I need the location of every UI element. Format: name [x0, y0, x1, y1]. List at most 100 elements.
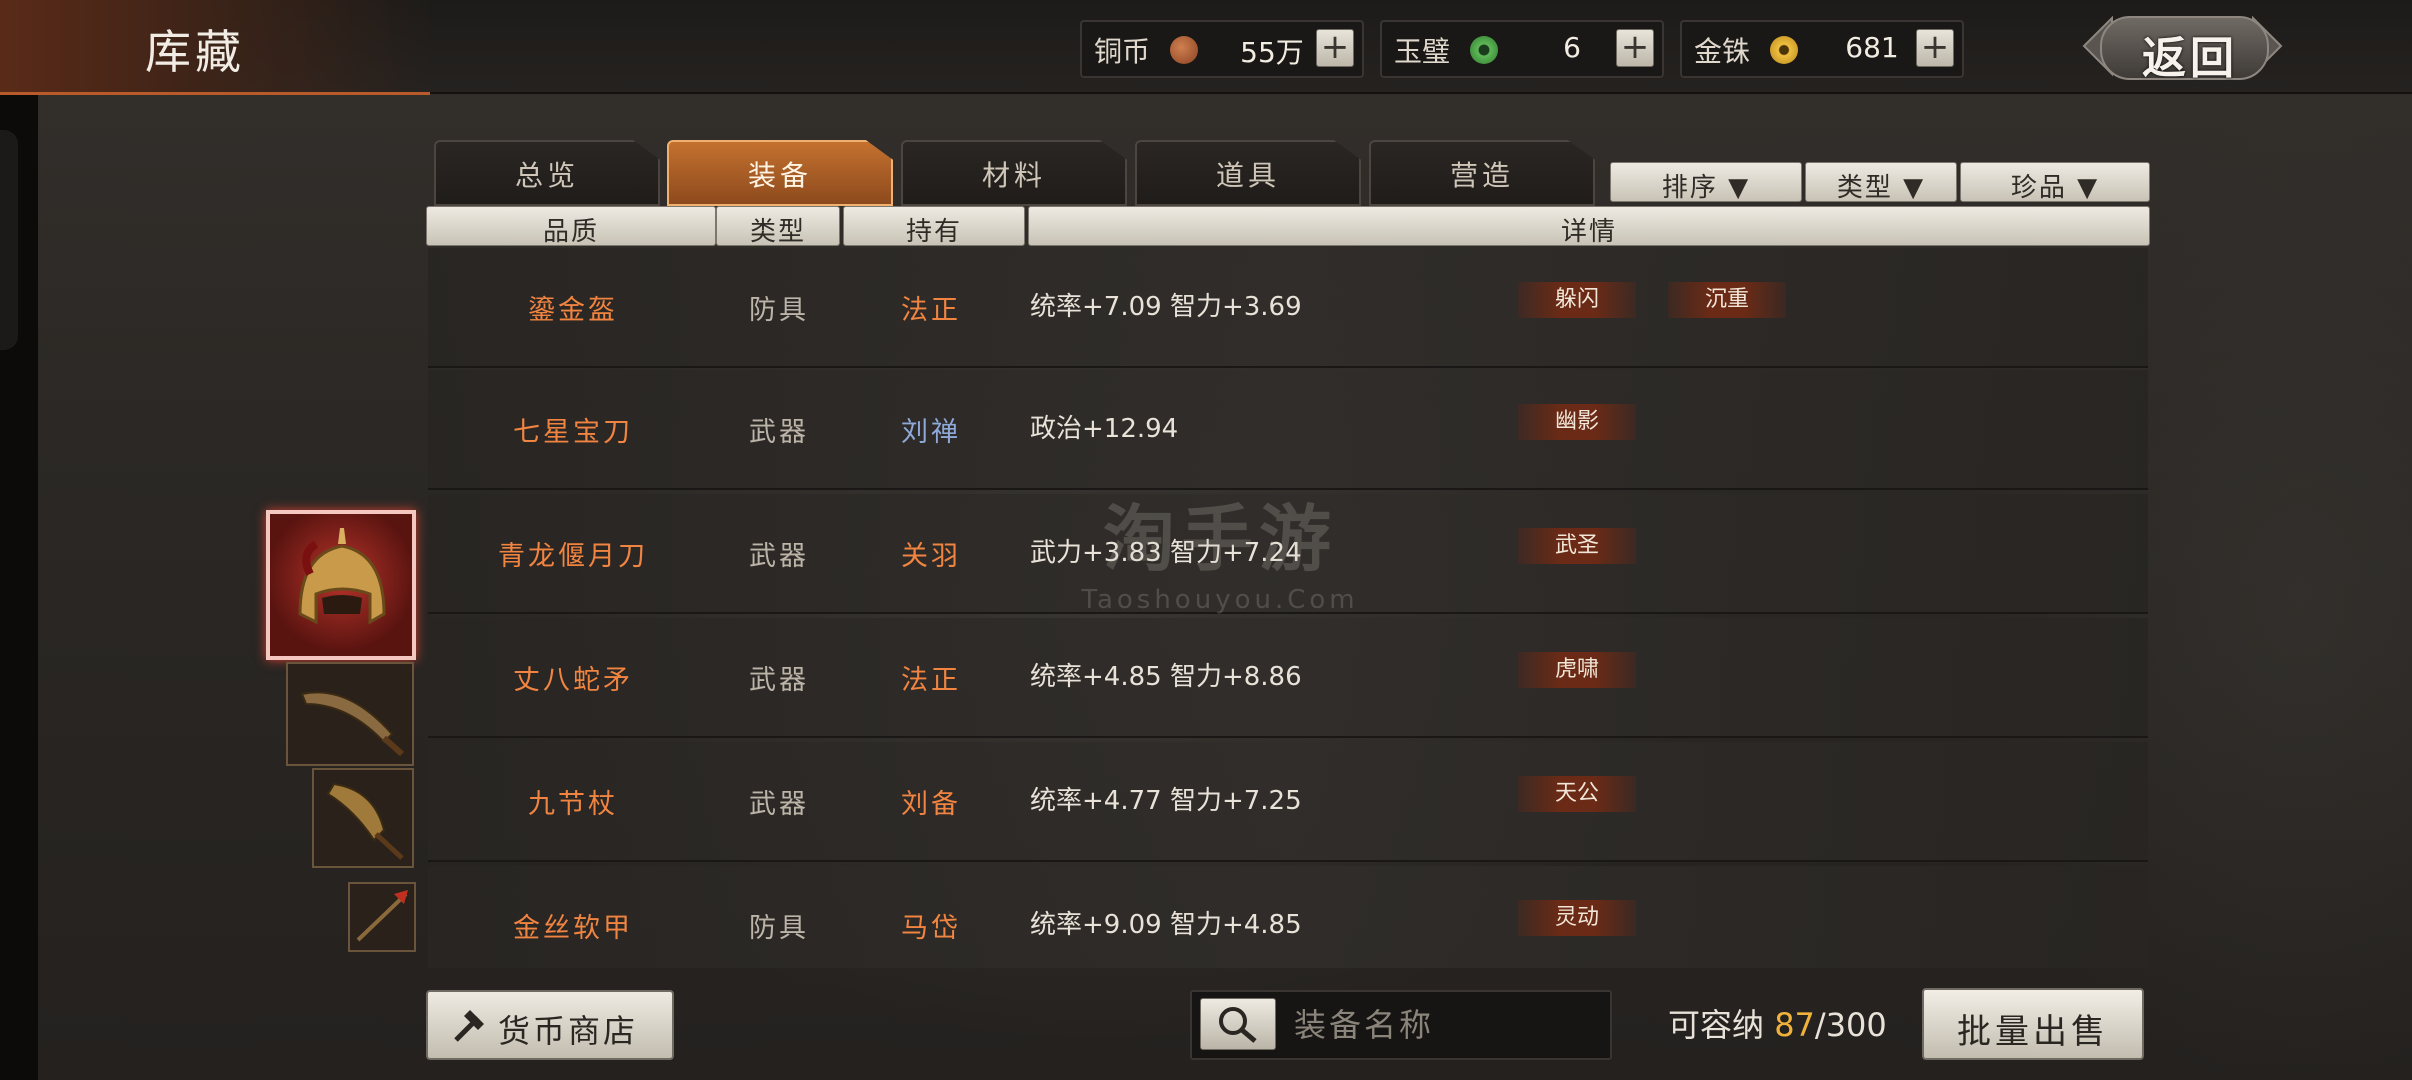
type-dropdown[interactable]: 类型 ▼: [1805, 162, 1957, 203]
table-row[interactable]: 九节杖 武器 刘备 统率+4.77 智力+7.25 天公: [428, 742, 2148, 862]
gold-coin-icon: [1770, 36, 1798, 64]
tab-label: 道具: [1215, 159, 1280, 192]
currency-label: 铜币: [1094, 35, 1151, 68]
header-label: 品质: [542, 217, 599, 247]
capacity-total: /300: [1814, 1006, 1887, 1044]
bulk-sell-button[interactable]: 批量出售: [1922, 988, 2144, 1060]
capacity-label: 可容纳: [1668, 1006, 1765, 1044]
item-name: 丈八蛇矛: [513, 665, 633, 696]
item-icon-glaive[interactable]: [312, 768, 414, 868]
skill-tag: 灵动: [1518, 900, 1636, 936]
back-button[interactable]: 返回: [2080, 10, 2285, 84]
column-header-type[interactable]: 类型: [716, 206, 840, 247]
item-type: 武器: [749, 417, 809, 448]
watermark-cn: 淘手游: [1102, 497, 1337, 581]
currency-copper: 铜币 55万 +: [1080, 20, 1364, 78]
currency-value: 681: [1845, 31, 1899, 64]
header-label: 详情: [1560, 217, 1617, 247]
currency-jade: 玉璧 6 +: [1380, 20, 1664, 78]
skill-tag: 沉重: [1668, 282, 1786, 318]
currency-shop-button[interactable]: 货币商店: [426, 990, 674, 1060]
add-copper-button[interactable]: +: [1316, 29, 1354, 67]
tab-label: 营造: [1449, 159, 1514, 192]
column-header-detail: 详情: [1028, 206, 2150, 247]
header-label: 持有: [905, 217, 962, 247]
jade-coin-icon: [1470, 36, 1498, 64]
column-header-owner[interactable]: 持有: [843, 206, 1025, 247]
item-owner: 关羽: [901, 541, 961, 572]
item-type: 武器: [749, 541, 809, 572]
skill-tag: 虎啸: [1518, 652, 1636, 688]
item-stats: 统率+4.77 智力+7.25: [1030, 786, 1302, 816]
currency-value: 55万: [1240, 36, 1304, 69]
item-name: 金丝软甲: [513, 913, 633, 944]
tab-label: 材料: [981, 159, 1046, 192]
top-bar: 库藏 铜币 55万 + 玉璧 6 + 金铢 681 + 返回: [0, 0, 2412, 95]
table-row[interactable]: 七星宝刀 武器 刘禅 政治+12.94 幽影: [428, 370, 2148, 490]
page-title: 库藏: [145, 25, 245, 79]
currency-value: 6: [1563, 31, 1581, 64]
type-filter-label: 类型 ▼: [1836, 173, 1926, 203]
add-jade-button[interactable]: +: [1616, 29, 1654, 67]
item-icon-spear[interactable]: [348, 882, 416, 952]
shop-label: 货币商店: [498, 1012, 639, 1050]
spear-icon: [356, 890, 408, 942]
item-owner: 法正: [901, 665, 961, 696]
skill-tag: 天公: [1518, 776, 1636, 812]
item-owner: 马岱: [901, 913, 961, 944]
search-icon: [1219, 1007, 1257, 1043]
blade-icon: [300, 691, 404, 757]
item-stats: 统率+7.09 智力+3.69: [1030, 292, 1302, 322]
item-owner: 刘备: [901, 789, 961, 820]
item-stats: 统率+4.85 智力+8.86: [1030, 662, 1302, 692]
item-owner: 刘禅: [901, 417, 961, 448]
helmet-icon: [298, 528, 386, 625]
item-type: 武器: [749, 665, 809, 696]
header-label: 类型: [749, 217, 806, 247]
tab-equipment[interactable]: 装备: [667, 140, 893, 206]
glaive-icon: [326, 782, 404, 860]
item-name: 青龙偃月刀: [498, 541, 648, 572]
rarity-label: 珍品 ▼: [2010, 173, 2100, 203]
tab-items[interactable]: 道具: [1135, 140, 1361, 206]
table-row[interactable]: 丈八蛇矛 武器 法正 统率+4.85 智力+8.86 虎啸: [428, 618, 2148, 738]
item-icon-blade[interactable]: [286, 662, 414, 766]
tab-construction[interactable]: 营造: [1369, 140, 1595, 206]
item-stats: 政治+12.94: [1030, 414, 1179, 444]
item-type: 武器: [749, 789, 809, 820]
sort-label: 排序 ▼: [1661, 173, 1751, 203]
back-label: 返回: [2142, 33, 2238, 84]
item-type: 防具: [749, 913, 809, 944]
rarity-dropdown[interactable]: 珍品 ▼: [1960, 162, 2150, 203]
watermark: 淘手游 Taoshouyou.Com: [1070, 480, 1370, 615]
table-row[interactable]: 金丝软甲 防具 马岱 统率+9.09 智力+4.85 灵动: [428, 866, 2148, 968]
table-row[interactable]: 鎏金盔 防具 法正 统率+7.09 智力+3.69 躲闪 沉重: [428, 248, 2148, 368]
tab-materials[interactable]: 材料: [901, 140, 1127, 206]
hammer-icon: [448, 1006, 488, 1050]
item-name: 九节杖: [528, 789, 618, 820]
watermark-en: Taoshouyou.Com: [1081, 585, 1359, 615]
search-input[interactable]: [1292, 1002, 1596, 1048]
item-name: 鎏金盔: [528, 295, 618, 326]
add-gold-button[interactable]: +: [1916, 29, 1954, 67]
sort-dropdown[interactable]: 排序 ▼: [1610, 162, 1802, 203]
tab-overview[interactable]: 总览: [434, 140, 660, 206]
item-type: 防具: [749, 295, 809, 326]
currency-label: 玉璧: [1394, 35, 1451, 68]
item-icon-helmet[interactable]: [266, 510, 416, 660]
item-name: 七星宝刀: [513, 417, 633, 448]
search-box: [1190, 990, 1612, 1060]
item-owner: 法正: [901, 295, 961, 326]
search-button[interactable]: [1200, 998, 1276, 1050]
column-header-quality[interactable]: 品质: [426, 206, 716, 247]
item-stats: 统率+9.09 智力+4.85: [1030, 910, 1302, 940]
tab-label: 总览: [514, 159, 579, 192]
capacity-used: 87: [1774, 1006, 1815, 1044]
skill-tag: 武圣: [1518, 528, 1636, 564]
skill-tag: 躲闪: [1518, 282, 1636, 318]
sell-label: 批量出售: [1957, 1012, 2109, 1052]
copper-coin-icon: [1170, 36, 1198, 64]
tab-label: 装备: [747, 159, 812, 192]
currency-label: 金铢: [1694, 35, 1751, 68]
screen-edge: [0, 0, 38, 1080]
